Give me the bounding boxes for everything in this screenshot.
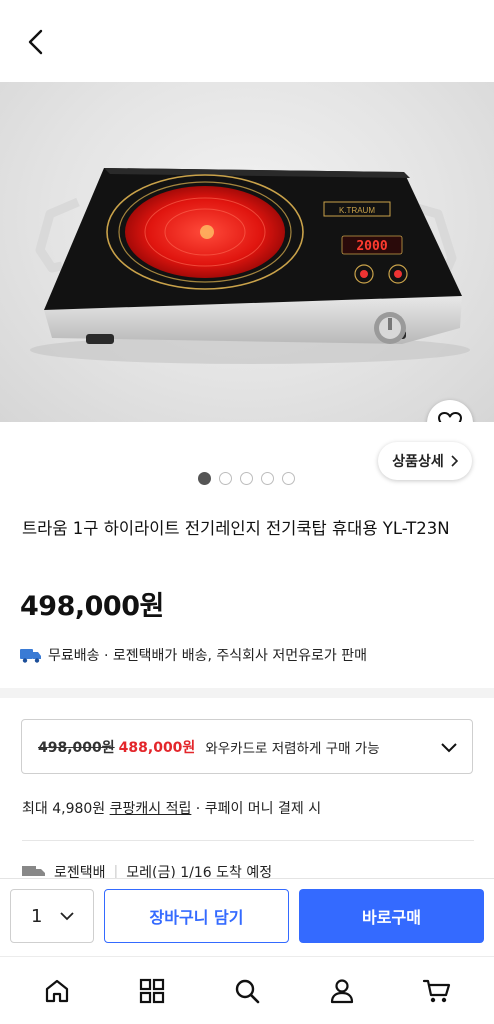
- product-price: 498,000원: [20, 591, 164, 622]
- divider: [22, 840, 474, 841]
- carousel-dot-active[interactable]: [198, 472, 211, 485]
- section-divider: [0, 688, 494, 698]
- grid-icon: [140, 978, 165, 1003]
- purchase-bar: 1 장바구니 담기 바로구매: [0, 878, 494, 956]
- product-title: 트라움 1구 하이라이트 전기레인지 전기쿡탑 휴대용 YL-T23N: [22, 519, 450, 538]
- original-price: 498,000원: [38, 739, 115, 756]
- hob-display-readout: 2000: [356, 239, 387, 254]
- search-icon: [235, 979, 260, 1003]
- chevron-down-icon: [60, 912, 74, 921]
- bottom-nav: [0, 956, 494, 1024]
- buy-now-button[interactable]: 바로구매: [299, 889, 484, 943]
- product-detail-button[interactable]: 상품상세: [378, 442, 472, 480]
- tab-cart[interactable]: [417, 971, 457, 1011]
- back-button[interactable]: [18, 22, 54, 62]
- product-detail-label: 상품상세: [392, 454, 444, 470]
- tab-search[interactable]: [227, 971, 267, 1011]
- tab-home[interactable]: [37, 971, 77, 1011]
- top-header: [0, 0, 494, 82]
- shipping-text: 무료배송 · 로젠택배가 배송, 주식회사 저먼유로가 판매: [48, 648, 367, 664]
- home-icon: [46, 979, 69, 1002]
- carousel-dot[interactable]: [219, 472, 232, 485]
- user-icon: [330, 978, 353, 1003]
- card-discount-dropdown[interactable]: 498,000원 488,000원 와우카드로 저렴하게 구매 가능: [21, 719, 473, 774]
- chevron-right-icon: [451, 455, 458, 467]
- coupang-cash-link[interactable]: 쿠팡캐시 적립: [110, 801, 192, 817]
- cashback-info: 최대 4,980원 쿠팡캐시 적립 · 쿠페이 머니 결제 시: [22, 798, 321, 818]
- heart-icon: [438, 412, 462, 422]
- induction-cooktop-photo: K.TRAUM 2000: [30, 168, 470, 364]
- card-offer-text: 와우카드로 저렴하게 구매 가능: [205, 740, 380, 757]
- shipping-info: 무료배송 · 로젠택배가 배송, 주식회사 저먼유로가 판매: [20, 645, 367, 665]
- cart-icon: [422, 979, 450, 1002]
- tab-my-account[interactable]: [322, 971, 362, 1011]
- cashback-suffix: · 쿠페이 머니 결제 시: [191, 801, 322, 817]
- card-sale-price: 488,000원: [118, 739, 196, 756]
- quantity-select[interactable]: 1: [10, 889, 94, 943]
- hob-brand-label: K.TRAUM: [339, 206, 375, 215]
- product-image[interactable]: K.TRAUM 2000: [0, 82, 494, 422]
- chevron-down-icon: [441, 742, 457, 752]
- tab-categories[interactable]: [132, 971, 172, 1011]
- carousel-indicator: [198, 472, 295, 485]
- truck-icon: [20, 649, 41, 663]
- cashback-prefix: 최대 4,980원: [22, 801, 110, 817]
- add-to-cart-button[interactable]: 장바구니 담기: [104, 889, 289, 943]
- quantity-value: 1: [31, 905, 43, 927]
- carousel-dot[interactable]: [240, 472, 253, 485]
- chevron-left-icon: [28, 29, 43, 55]
- carousel-dot[interactable]: [261, 472, 274, 485]
- carousel-dot[interactable]: [282, 472, 295, 485]
